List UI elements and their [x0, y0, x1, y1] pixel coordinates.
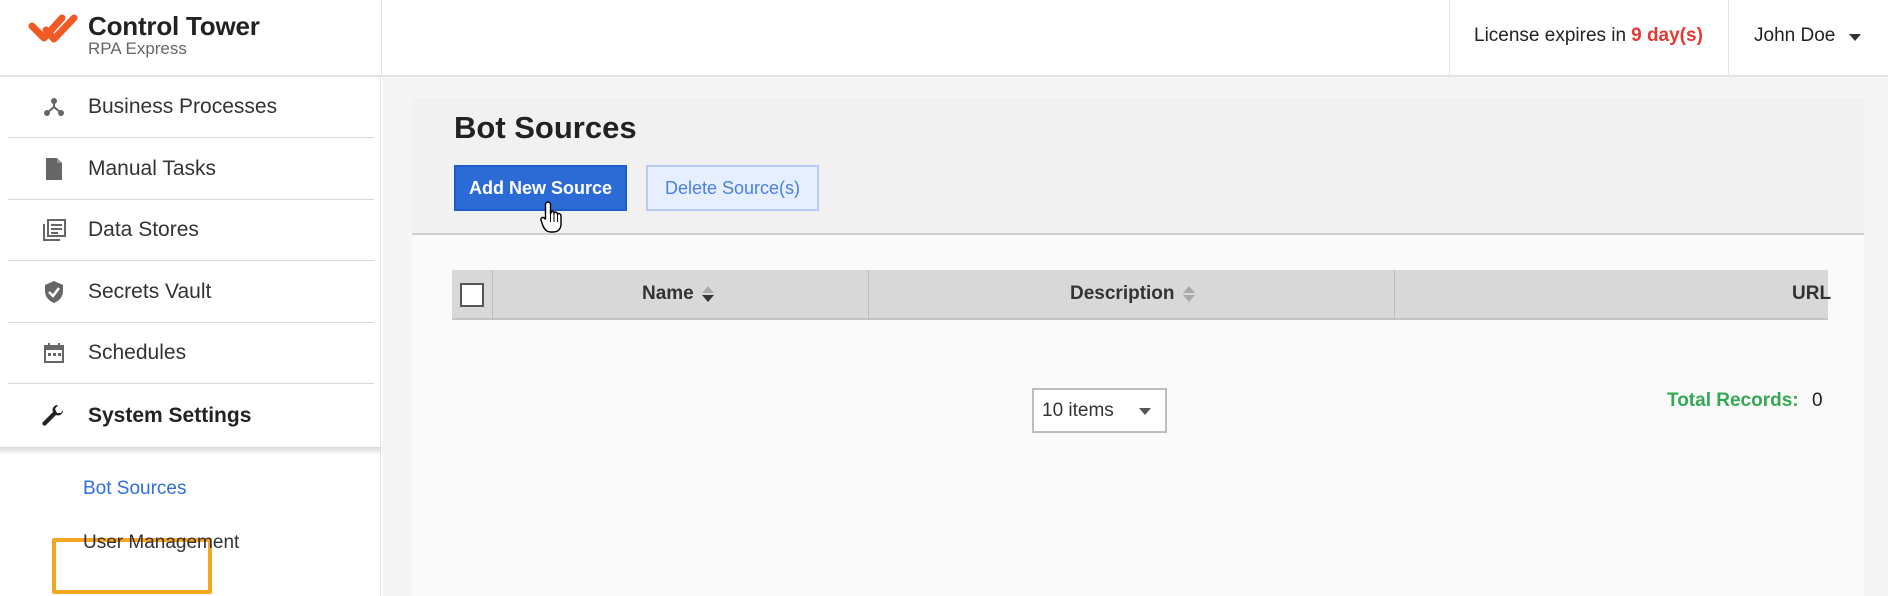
stack-icon: [41, 217, 67, 243]
user-name: John Doe: [1754, 25, 1836, 46]
license-days: 9 day(s): [1631, 25, 1703, 46]
sidebar-item-data-stores[interactable]: Data Stores: [8, 200, 374, 261]
app-subtitle: RPA Express: [88, 39, 187, 58]
header-divider: [1728, 0, 1729, 77]
sidebar-item-label: Business Processes: [88, 95, 278, 118]
header-divider: [1449, 0, 1450, 77]
sidebar-item-label: System Settings: [88, 403, 252, 427]
select-all-checkbox[interactable]: [460, 283, 484, 307]
shield-check-icon: [41, 279, 67, 305]
brand[interactable]: Control Tower RPA Express: [28, 12, 260, 58]
total-records-label: Total Records:: [1667, 390, 1799, 411]
sidebar-item-business-processes[interactable]: Business Processes: [8, 77, 374, 138]
table-header: Name Description URL: [452, 270, 1831, 320]
top-header: Control Tower RPA Express License expire…: [0, 0, 1888, 77]
subnav-user-management[interactable]: User Management: [83, 532, 239, 554]
column-header-description[interactable]: Description: [1070, 283, 1195, 305]
column-name-label: Name: [642, 283, 694, 304]
column-url-label: URL: [1792, 283, 1832, 304]
sidebar-item-schedules[interactable]: Schedules: [8, 323, 374, 384]
sidebar-item-label: Data Stores: [88, 218, 199, 241]
add-new-source-button[interactable]: Add New Source: [454, 165, 627, 211]
column-divider: [1394, 270, 1395, 320]
app-title: Control Tower: [88, 11, 260, 41]
header-divider: [381, 0, 382, 77]
column-header-name[interactable]: Name: [642, 283, 714, 305]
sidebar: Business Processes Manual Tasks Data Sto…: [0, 77, 381, 596]
page-title: Bot Sources: [454, 110, 637, 145]
chevron-down-icon: [1849, 33, 1862, 41]
page-size-select[interactable]: 10 items: [1032, 388, 1167, 433]
user-menu[interactable]: John Doe: [1754, 25, 1862, 47]
delete-sources-button[interactable]: Delete Source(s): [646, 165, 819, 211]
panel-header: Bot Sources Add New Source Delete Source…: [412, 98, 1864, 235]
wrench-icon: [41, 403, 67, 429]
sidebar-item-system-settings[interactable]: System Settings: [8, 385, 374, 446]
chevron-down-icon: [1139, 408, 1151, 415]
license-status: License expires in 9 day(s): [1474, 25, 1703, 47]
license-prefix: License expires in: [1474, 25, 1627, 46]
sidebar-item-manual-tasks[interactable]: Manual Tasks: [8, 139, 374, 200]
control-tower-logo-icon: [28, 14, 78, 43]
sidebar-item-secrets-vault[interactable]: Secrets Vault: [8, 262, 374, 323]
document-icon: [41, 156, 67, 182]
column-divider: [868, 270, 869, 320]
total-records-value: 0: [1812, 390, 1823, 411]
subnav-bot-sources[interactable]: Bot Sources: [83, 478, 187, 500]
bot-sources-panel: Bot Sources Add New Source Delete Source…: [412, 98, 1864, 596]
nav-shadow: [0, 447, 381, 455]
sort-icon: [1182, 286, 1195, 302]
sort-icon: [701, 286, 714, 302]
sidebar-item-label: Manual Tasks: [88, 157, 217, 180]
column-description-label: Description: [1070, 283, 1175, 304]
column-divider: [492, 270, 493, 320]
calendar-icon: [41, 340, 67, 366]
sidebar-item-label: Secrets Vault: [88, 280, 212, 303]
sidebar-item-label: Schedules: [88, 341, 187, 364]
column-header-url[interactable]: URL: [1792, 283, 1831, 305]
page-size-value: 10 items: [1042, 399, 1114, 421]
process-tree-icon: [41, 94, 67, 120]
